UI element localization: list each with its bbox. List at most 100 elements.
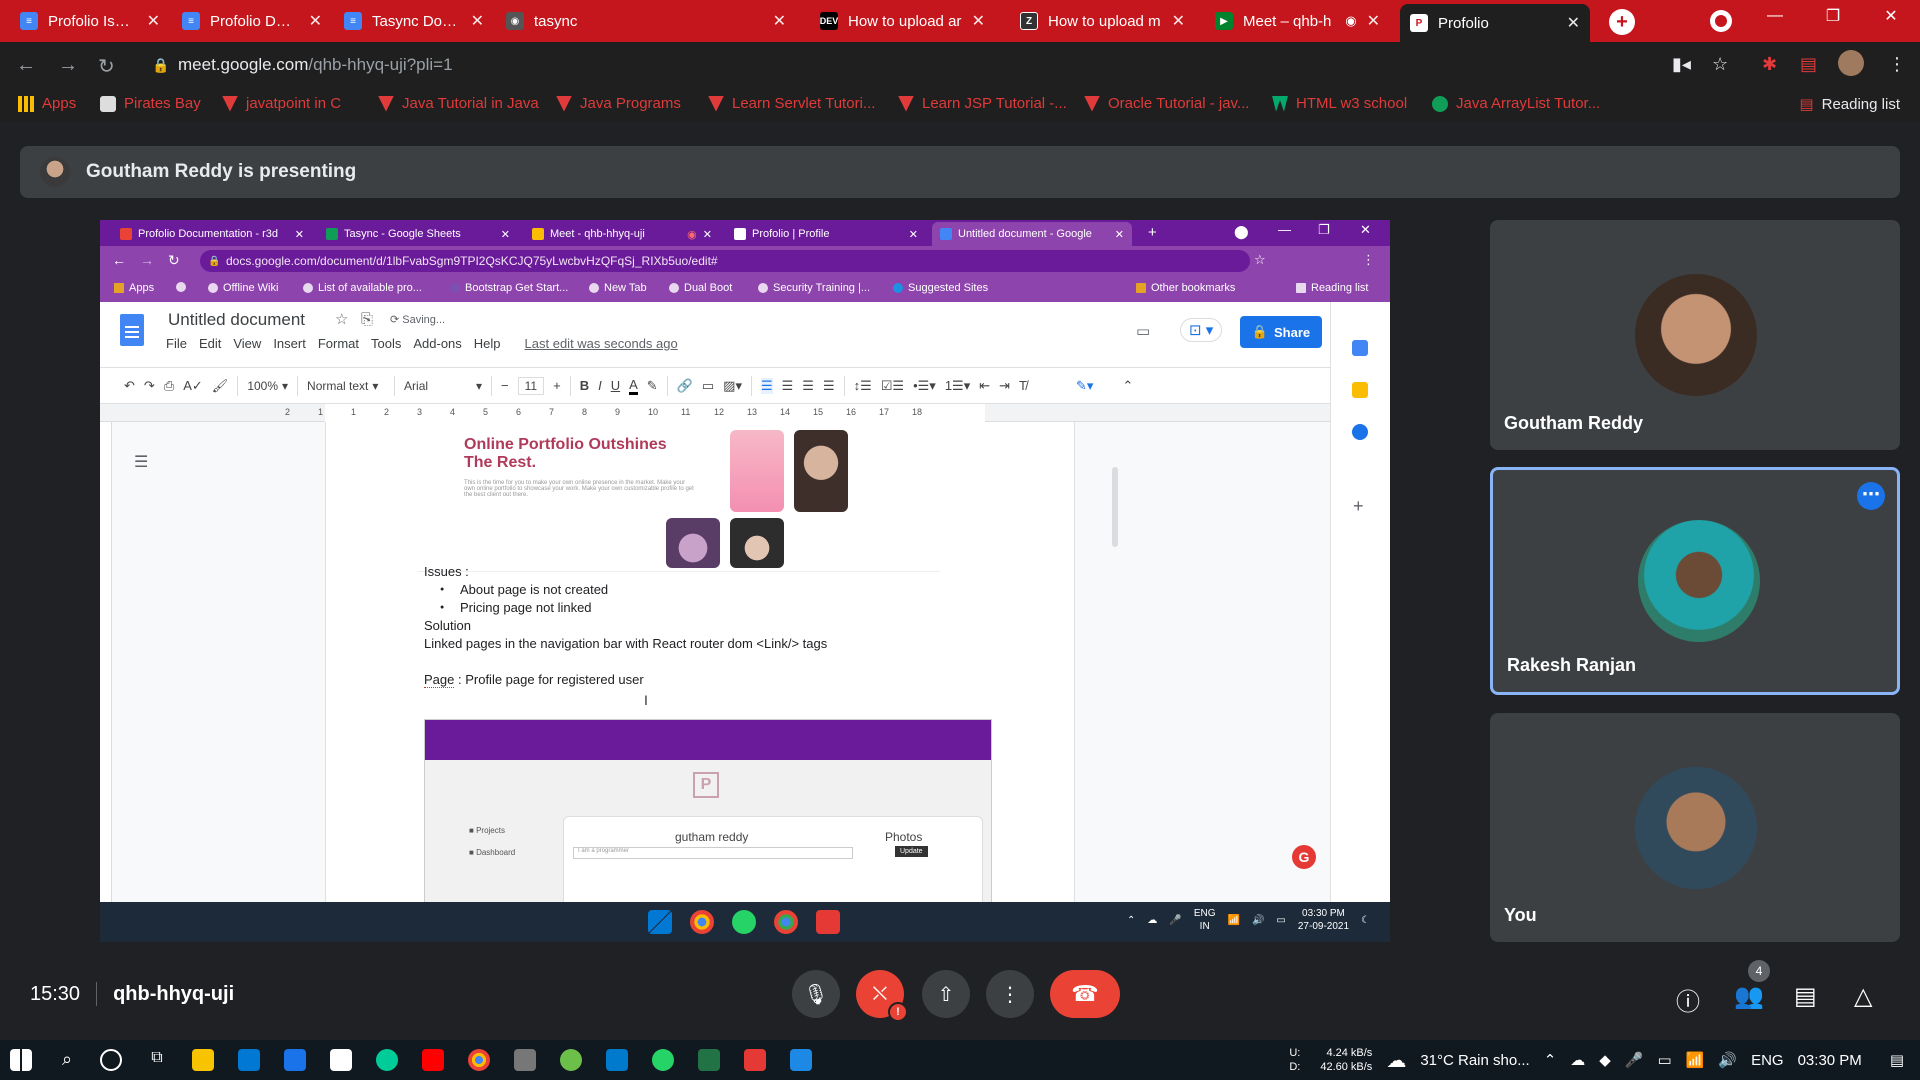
bookmark-item[interactable]: javatpoint in C xyxy=(222,95,341,112)
bookmark-item[interactable]: Java Tutorial in Java xyxy=(378,95,539,112)
restore-icon[interactable]: ❐ xyxy=(1810,0,1856,32)
whatsapp-icon[interactable] xyxy=(652,1049,674,1071)
reload-icon[interactable]: ↻ xyxy=(98,54,115,79)
minimize-icon[interactable]: — xyxy=(1752,0,1798,32)
browser-tab[interactable]: ≡ Profolio Issues doc ✕ xyxy=(10,4,170,38)
bookmark-item[interactable]: Pirates Bay xyxy=(100,95,201,112)
upload-speed: 4.24 kB/s xyxy=(1326,1047,1373,1059)
camera-icon[interactable]: ▮◂ xyxy=(1672,54,1691,75)
back-icon: ← xyxy=(112,252,126,268)
menu-dots-icon[interactable]: ⋮ xyxy=(1888,54,1906,75)
browser-tab[interactable]: ≡ Tasync Document ✕ xyxy=(334,4,494,38)
store-icon[interactable] xyxy=(330,1049,352,1071)
mic-button[interactable]: 🎙 xyxy=(792,970,840,1018)
close-icon[interactable]: ✕ xyxy=(471,11,484,31)
mail-icon[interactable] xyxy=(238,1049,260,1071)
windows-start-icon[interactable] xyxy=(10,1049,32,1071)
chevron-up-icon[interactable]: ⌃ xyxy=(1544,1051,1557,1069)
extension-icon[interactable]: ✱ xyxy=(1762,54,1777,75)
weather-text[interactable]: 31°C Rain sho... xyxy=(1420,1052,1529,1069)
youtube-icon[interactable] xyxy=(422,1049,444,1071)
profile-avatar[interactable] xyxy=(1838,50,1864,76)
media-icon[interactable]: ▤ xyxy=(1800,54,1817,75)
saving-status: ⟳ Saving... xyxy=(390,313,445,326)
language-indicator[interactable]: ENG xyxy=(1751,1052,1784,1069)
record-icon[interactable] xyxy=(1710,10,1732,32)
file-explorer-icon[interactable] xyxy=(192,1049,214,1071)
chrome-icon[interactable] xyxy=(468,1049,490,1071)
browser-tab[interactable]: Z How to upload m ✕ xyxy=(1010,4,1195,38)
bookmark-item[interactable]: Learn JSP Tutorial -... xyxy=(898,95,1067,112)
new-tab-button[interactable]: + xyxy=(1609,9,1635,35)
leave-call-button[interactable]: ☎ xyxy=(1050,970,1120,1018)
bookmark-item[interactable]: HTML w3 school xyxy=(1272,95,1407,112)
present-icon: ⊡ ▾ xyxy=(1180,318,1223,342)
close-icon[interactable]: ✕ xyxy=(1172,11,1185,31)
inner-url-text: docs.google.com/document/d/1lbFvabSgm9TP… xyxy=(226,254,718,268)
browser-tab[interactable]: ◉ tasync ✕ xyxy=(496,4,796,38)
app-icon[interactable] xyxy=(790,1049,812,1071)
doc-icon: ≡ xyxy=(182,12,200,30)
sheets-icon xyxy=(326,228,338,240)
app-icon[interactable] xyxy=(560,1049,582,1071)
url-omnibox[interactable]: 🔒 meet.google.com/qhb-hhyq-uji?pli=1 xyxy=(138,48,1718,82)
participant-tile[interactable]: Goutham Reddy xyxy=(1490,220,1900,450)
app-icon[interactable] xyxy=(514,1049,536,1071)
browser-tab[interactable]: ≡ Profolio Documen ✕ xyxy=(172,4,332,38)
cortana-icon[interactable] xyxy=(100,1049,122,1071)
close-icon[interactable]: ✕ xyxy=(773,11,786,31)
more-options-icon[interactable]: ⋯ xyxy=(1857,482,1885,510)
close-window-icon[interactable]: ✕ xyxy=(1868,0,1914,32)
vscode-icon[interactable] xyxy=(606,1049,628,1071)
wifi-icon[interactable]: 📶 xyxy=(1686,1051,1705,1069)
excel-icon[interactable] xyxy=(698,1049,720,1071)
bookmark-apps[interactable]: Apps xyxy=(18,95,76,112)
app-icon[interactable] xyxy=(744,1049,766,1071)
participant-tile[interactable]: You xyxy=(1490,713,1900,942)
dropbox-icon[interactable]: ◆ xyxy=(1599,1051,1611,1069)
bookmark-item[interactable]: Java ArrayList Tutor... xyxy=(1432,95,1600,112)
close-icon[interactable]: ✕ xyxy=(1567,13,1580,33)
bookmark-item[interactable]: Java Programs xyxy=(556,95,681,112)
present-button[interactable]: ⇧ xyxy=(922,970,970,1018)
battery-icon[interactable]: ▭ xyxy=(1658,1051,1672,1069)
close-icon[interactable]: ✕ xyxy=(147,11,160,31)
browser-tab-active[interactable]: P Profolio ✕ xyxy=(1400,4,1590,42)
ruler-mark: 6 xyxy=(516,407,522,417)
inner-bookmark-label: Offline Wiki xyxy=(223,282,279,294)
close-icon[interactable]: ✕ xyxy=(972,11,985,31)
taskbar-clock[interactable]: 03:30 PM xyxy=(1798,1052,1862,1069)
more-options-button[interactable]: ⋮ xyxy=(986,970,1034,1018)
activities-icon[interactable]: △ xyxy=(1854,982,1872,1011)
doc-title: Untitled document xyxy=(168,310,306,329)
camera-button[interactable]: ⛌! xyxy=(856,970,908,1022)
reading-list-button[interactable]: ▤ Reading list xyxy=(1799,95,1900,114)
close-icon[interactable]: ✕ xyxy=(1367,11,1380,31)
close-icon[interactable]: ✕ xyxy=(309,11,322,31)
forward-icon[interactable]: → xyxy=(58,54,78,77)
file-icon[interactable] xyxy=(284,1049,306,1071)
search-icon[interactable]: ⌕ xyxy=(56,1049,78,1071)
onedrive-icon[interactable]: ☁ xyxy=(1570,1051,1585,1069)
bookmark-star-icon[interactable]: ☆ xyxy=(1712,54,1728,75)
volume-icon[interactable]: 🔊 xyxy=(1718,1051,1737,1069)
notifications-icon[interactable]: ▤ xyxy=(1890,1051,1904,1069)
participant-tile-active[interactable]: ⋯ Rakesh Ranjan xyxy=(1490,467,1900,695)
mic-icon[interactable]: 🎤 xyxy=(1625,1051,1644,1069)
menu-item: Edit xyxy=(198,336,222,351)
task-view-icon[interactable]: ⧉ xyxy=(146,1049,168,1071)
menu-item: File xyxy=(166,336,187,351)
participant-name: Rakesh Ranjan xyxy=(1507,655,1637,675)
info-icon[interactable]: ⓘ xyxy=(1676,982,1700,1017)
bookmark-item[interactable]: Learn Servlet Tutori... xyxy=(708,95,875,112)
people-icon[interactable]: 👥 xyxy=(1734,982,1764,1011)
insert-comment-icon: ▭ xyxy=(701,377,715,393)
bing-icon xyxy=(893,283,903,293)
edge-icon[interactable] xyxy=(376,1049,398,1071)
bookmark-item[interactable]: Oracle Tutorial - jav... xyxy=(1084,95,1249,112)
underline-icon: U xyxy=(610,378,621,393)
browser-tab[interactable]: ▶ Meet – qhb-h ◉ ✕ xyxy=(1205,4,1390,38)
chat-icon[interactable]: ▤ xyxy=(1794,982,1817,1011)
browser-tab[interactable]: DEV How to upload ar ✕ xyxy=(810,4,995,38)
back-icon[interactable]: ← xyxy=(16,54,36,77)
